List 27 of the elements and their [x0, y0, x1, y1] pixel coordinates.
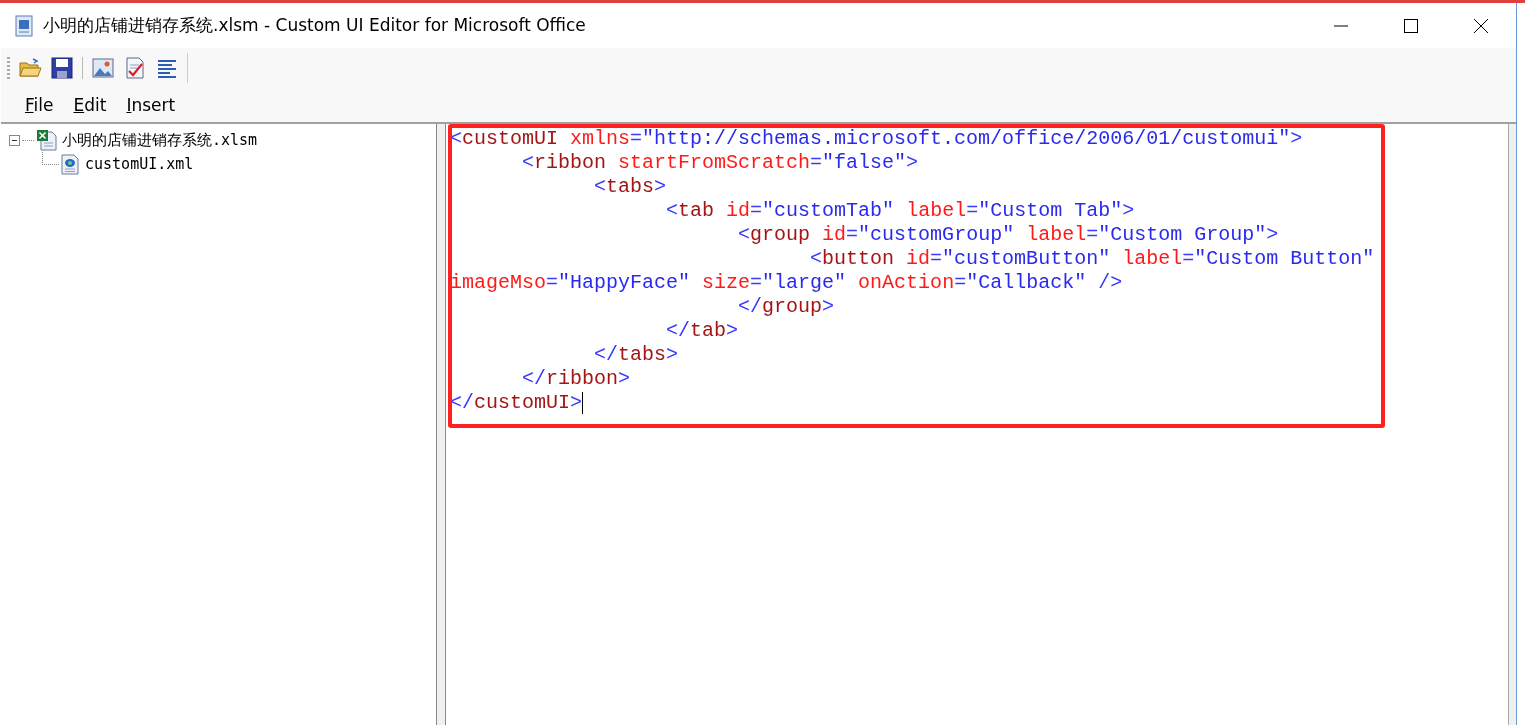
code-line: <ribbon startFromScratch="false"> — [521, 151, 920, 175]
code-line: </customUI> — [450, 391, 585, 415]
code-line: </group> — [737, 295, 836, 319]
code-line: <button id="customButton" label="Custom Button" — [809, 247, 1376, 271]
spreadsheet-file-icon — [36, 129, 58, 151]
save-icon[interactable] — [50, 56, 74, 80]
code-line: <tab id="customTab" label="Custom Tab"> — [665, 199, 1136, 223]
code-line: </tab> — [665, 319, 740, 343]
folder-icon[interactable] — [18, 56, 42, 80]
code-line: <tabs> — [593, 175, 668, 199]
checked-document-icon[interactable] — [123, 56, 147, 80]
maximize-icon[interactable] — [1403, 17, 1419, 34]
code-line: imageMso="HappyFace" size="large" onAction="Callback" /> — [450, 271, 1124, 295]
code-line: </ribbon> — [521, 367, 632, 391]
tree-item[interactable]: 小明的店铺进销存系统.xlsm — [60, 130, 260, 150]
menu-item[interactable]: Edit — [63, 91, 117, 119]
xml-file-icon — [59, 153, 81, 175]
menu-item[interactable]: Insert — [116, 91, 186, 119]
close-icon[interactable] — [1473, 17, 1489, 34]
code-line: <group id="customGroup" label="Custom Group"> — [737, 223, 1280, 247]
window-title: 小明的店铺进销存系统.xlsm - Custom UI Editor for Microsoft Office — [43, 14, 587, 37]
tree-item[interactable]: customUI.xml — [83, 155, 196, 173]
code-line: </tabs> — [593, 343, 680, 367]
menu-item[interactable]: File — [15, 91, 64, 119]
app-icon — [15, 14, 33, 37]
picture-icon[interactable] — [91, 56, 115, 80]
collapse-toggle[interactable] — [9, 134, 20, 146]
